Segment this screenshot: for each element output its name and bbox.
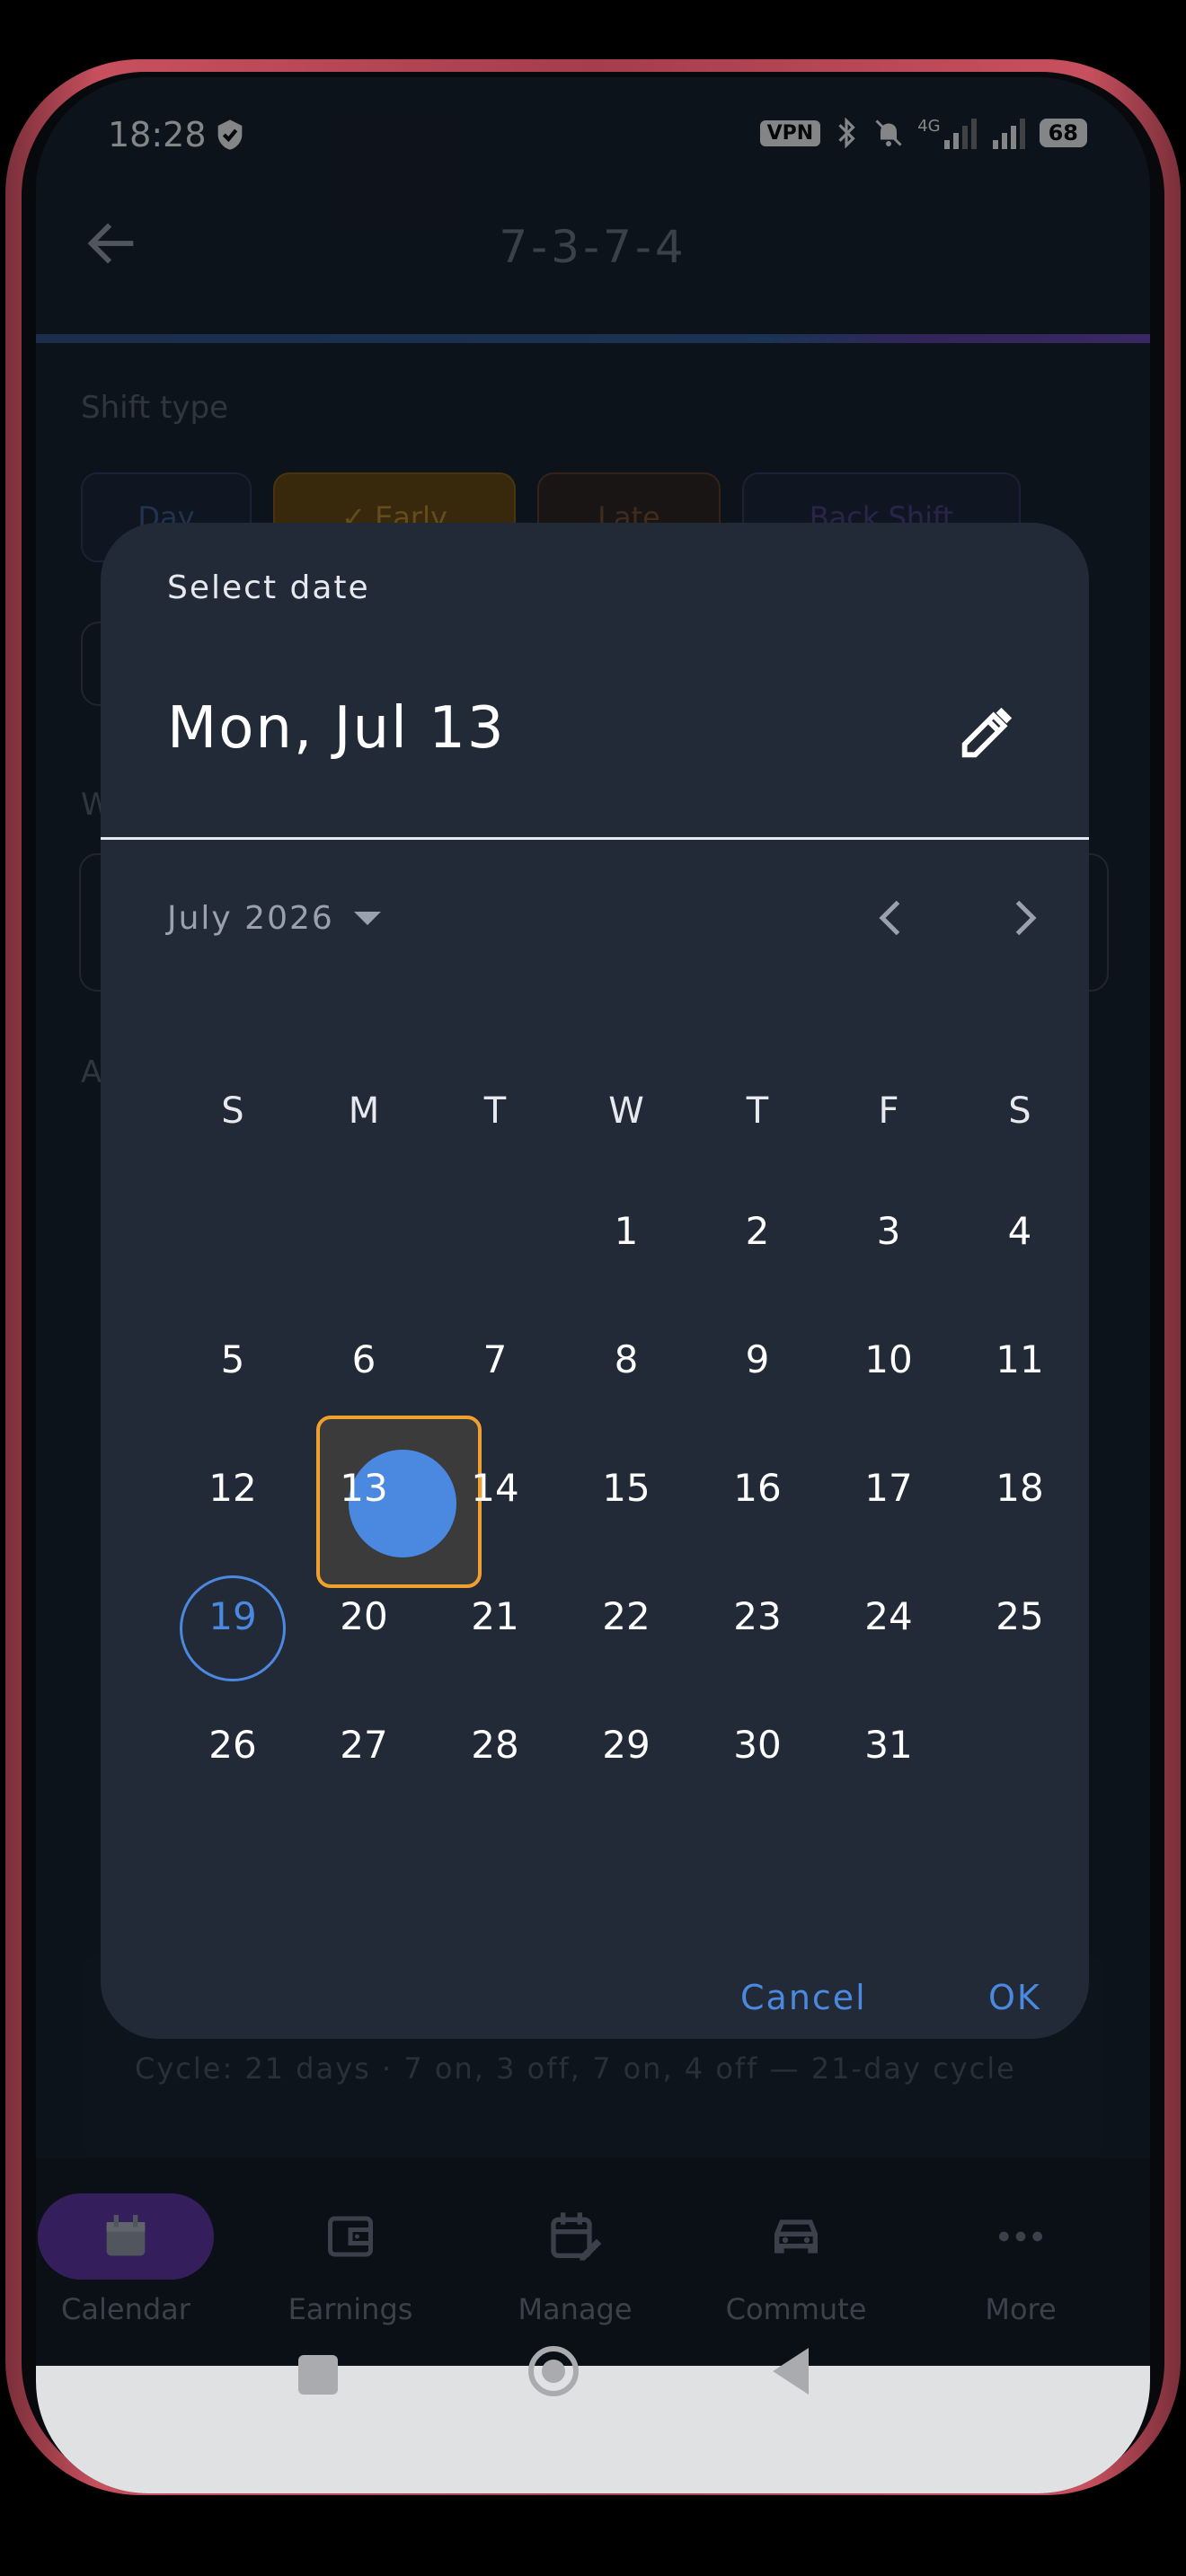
calendar-day[interactable]: 1 (561, 1177, 692, 1284)
selected-date-headline: Mon, Jul 13 (167, 695, 506, 762)
calendar-day[interactable]: 7 (429, 1305, 561, 1413)
calendar-day[interactable]: 8 (561, 1305, 692, 1413)
calendar-day[interactable]: 10 (823, 1305, 954, 1413)
calendar-day[interactable]: 24 (823, 1562, 954, 1670)
recents-button[interactable] (298, 2355, 338, 2395)
system-navigation-bar (36, 2366, 1150, 2493)
calendar-day[interactable]: 16 (692, 1434, 823, 1541)
calendar-day[interactable]: 11 (954, 1305, 1085, 1413)
month-year-label: July 2026 (167, 900, 334, 937)
weekday-header: M (348, 1090, 380, 1132)
calendar-day[interactable]: 19 (167, 1562, 298, 1670)
calendar-day[interactable]: 9 (692, 1305, 823, 1413)
calendar-day[interactable]: 3 (823, 1177, 954, 1284)
calendar-day[interactable]: 4 (954, 1177, 1085, 1284)
calendar-day[interactable]: 31 (823, 1690, 954, 1798)
calendar-day[interactable]: 28 (429, 1690, 561, 1798)
calendar-day[interactable]: 12 (167, 1434, 298, 1541)
pencil-icon[interactable] (954, 702, 1017, 765)
calendar-day[interactable]: 26 (167, 1690, 298, 1798)
calendar-day[interactable]: 15 (561, 1434, 692, 1541)
screen: 18:28 VPN 4G 68 7-3-7-4 Shift type Day ✓… (36, 77, 1150, 2493)
calendar-day[interactable]: 20 (298, 1562, 429, 1670)
weekday-header: W (608, 1090, 644, 1132)
calendar-day[interactable]: 23 (692, 1562, 823, 1670)
back-button[interactable] (773, 2348, 809, 2395)
calendar-day[interactable]: 18 (954, 1434, 1085, 1541)
chevron-right-icon[interactable] (997, 891, 1051, 945)
home-button[interactable] (528, 2346, 579, 2396)
weekday-header: S (1008, 1090, 1031, 1132)
dialog-label: Select date (167, 569, 370, 606)
calendar-day[interactable]: 25 (954, 1562, 1085, 1670)
calendar-day[interactable]: 17 (823, 1434, 954, 1541)
calendar-day[interactable]: 6 (298, 1305, 429, 1413)
calendar-day[interactable]: 29 (561, 1690, 692, 1798)
weekday-header: T (746, 1090, 769, 1132)
divider (101, 837, 1089, 840)
calendar-day[interactable]: 30 (692, 1690, 823, 1798)
calendar-day[interactable]: 13 (298, 1434, 429, 1541)
weekday-header: F (878, 1090, 899, 1132)
weekday-header: T (483, 1090, 507, 1132)
ok-button[interactable]: OK (988, 1978, 1041, 2017)
calendar-day[interactable]: 21 (429, 1562, 561, 1670)
weekday-header: S (221, 1090, 244, 1132)
chevron-left-icon[interactable] (864, 891, 918, 945)
calendar-day[interactable]: 5 (167, 1305, 298, 1413)
calendar-day[interactable]: 27 (298, 1690, 429, 1798)
month-year-selector[interactable]: July 2026 (167, 900, 381, 937)
dropdown-caret-icon (353, 912, 381, 925)
cancel-button[interactable]: Cancel (740, 1978, 867, 2017)
calendar-day[interactable]: 14 (429, 1434, 561, 1541)
date-picker-dialog: Select date Mon, Jul 13 July 2026 S M T … (101, 523, 1089, 2039)
calendar-day[interactable]: 22 (561, 1562, 692, 1670)
calendar-day[interactable]: 2 (692, 1177, 823, 1284)
